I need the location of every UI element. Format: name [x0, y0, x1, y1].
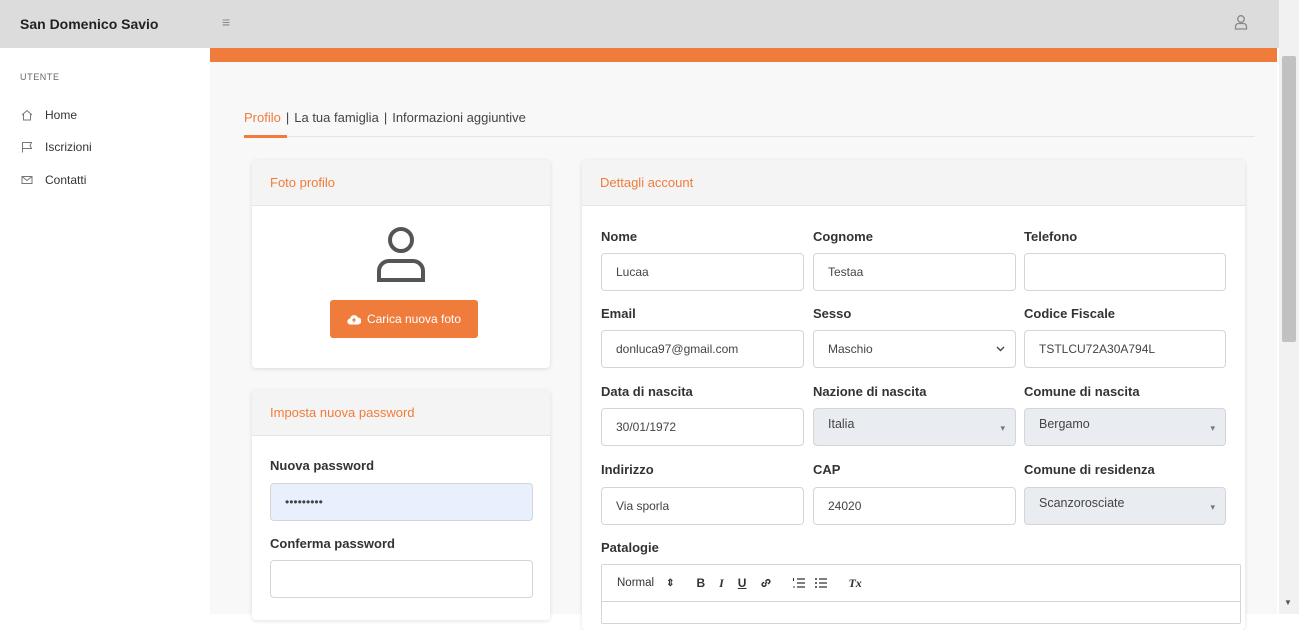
tab-famiglia[interactable]: La tua famiglia [294, 110, 379, 125]
password-card-title: Imposta nuova password [252, 390, 550, 436]
upload-photo-label: Carica nuova foto [366, 312, 462, 326]
sidebar: UTENTE Home Iscrizioni Contatti [0, 48, 210, 614]
caret-down-icon: ▾ [1210, 423, 1215, 433]
tab-informazioni[interactable]: Informazioni aggiuntive [392, 110, 526, 125]
nazione-nascita-value: Italia [828, 417, 855, 431]
sidebar-item-label: Contatti [45, 173, 87, 187]
patologie-editor[interactable]: Normal ⇕ B I U Tx [601, 564, 1241, 624]
active-tab-indicator [244, 135, 287, 138]
scrollbar-thumb[interactable] [1282, 56, 1296, 342]
underline-button[interactable]: U [738, 576, 747, 590]
sidebar-item-label: Home [45, 108, 78, 122]
tab-profilo[interactable]: Profilo [244, 110, 281, 125]
profile-photo-title: Foto profilo [252, 160, 550, 206]
email-field[interactable]: donluca97@gmail.com [601, 330, 804, 368]
sidebar-section-title: UTENTE [20, 72, 60, 82]
sidebar-item-label: Iscrizioni [45, 140, 92, 154]
sesso-value: Maschio [828, 342, 873, 356]
sidebar-item-contatti[interactable]: Contatti [20, 171, 86, 189]
email-label: Email [601, 306, 636, 321]
header-format-select[interactable]: Normal [617, 577, 654, 589]
format-select-arrows-icon: ⇕ [666, 577, 675, 589]
nazione-nascita-select[interactable]: Italia ▾ [813, 408, 1016, 446]
mail-icon [20, 173, 34, 187]
user-icon[interactable] [1234, 14, 1248, 30]
bold-button[interactable]: B [696, 576, 705, 590]
cap-field[interactable]: 24020 [813, 487, 1016, 525]
header-accent-strip [210, 48, 1277, 62]
sesso-select[interactable]: Maschio [813, 330, 1016, 368]
cognome-label: Cognome [813, 229, 873, 244]
link-icon[interactable] [760, 577, 772, 589]
comune-residenza-label: Comune di residenza [1024, 462, 1155, 477]
scroll-down-icon[interactable]: ▼ [1284, 598, 1292, 607]
profile-photo-card: Foto profilo Carica nuova foto [252, 160, 550, 368]
comune-nascita-select[interactable]: Bergamo ▾ [1024, 408, 1226, 446]
patologie-label: Patalogie [601, 540, 659, 555]
sidebar-item-iscrizioni[interactable]: Iscrizioni [20, 138, 92, 156]
brand-title[interactable]: San Domenico Savio [20, 16, 158, 32]
caret-down-icon: ▾ [1210, 502, 1215, 512]
top-bar: San Domenico Savio ≡ [0, 0, 1279, 48]
editor-toolbar: Normal ⇕ B I U Tx [602, 565, 1240, 602]
codice-fiscale-label: Codice Fiscale [1024, 306, 1116, 321]
caret-down-icon: ▾ [1000, 423, 1005, 433]
comune-residenza-value: Scanzorosciate [1039, 496, 1125, 510]
account-details-title: Dettagli account [582, 160, 1245, 206]
codice-fiscale-field[interactable]: TSTLCU72A30A794L [1024, 330, 1226, 368]
tab-separator: | [285, 110, 290, 125]
bullet-list-icon[interactable] [814, 577, 828, 589]
confirm-password-label: Conferma password [270, 536, 395, 551]
upload-photo-button[interactable]: Carica nuova foto [330, 300, 478, 338]
data-nascita-field[interactable]: 30/01/1972 [601, 408, 804, 446]
comune-residenza-select[interactable]: Scanzorosciate ▾ [1024, 487, 1226, 525]
nazione-nascita-label: Nazione di nascita [813, 384, 927, 399]
telefono-label: Telefono [1024, 229, 1078, 244]
flag-icon [20, 140, 34, 154]
data-nascita-label: Data di nascita [601, 384, 693, 399]
ordered-list-icon[interactable] [792, 577, 806, 589]
avatar-placeholder-icon [377, 227, 425, 282]
password-card: Imposta nuova password Nuova password ••… [252, 390, 550, 620]
cognome-field[interactable]: Testaa [813, 253, 1016, 291]
account-details-card: Dettagli account Nome Lucaa Cognome Test… [582, 160, 1245, 630]
tab-separator: | [383, 110, 388, 125]
nome-field[interactable]: Lucaa [601, 253, 804, 291]
italic-button[interactable]: I [719, 576, 724, 591]
telefono-field[interactable] [1024, 253, 1226, 291]
nome-label: Nome [601, 229, 638, 244]
chevron-down-icon [996, 346, 1005, 352]
cap-label: CAP [813, 462, 841, 477]
home-icon [20, 108, 34, 122]
cloud-upload-icon [347, 314, 361, 325]
indirizzo-label: Indirizzo [601, 462, 654, 477]
hamburger-menu-icon[interactable]: ≡ [222, 14, 230, 30]
clear-format-button[interactable]: Tx [848, 576, 861, 591]
comune-nascita-value: Bergamo [1039, 417, 1090, 431]
tabs-divider [244, 136, 1255, 137]
comune-nascita-label: Comune di nascita [1024, 384, 1140, 399]
indirizzo-field[interactable]: Via sporla [601, 487, 804, 525]
page-scrollbar[interactable]: ▼ [1279, 0, 1299, 614]
profile-tabs: Profilo | La tua famiglia | Informazioni… [244, 110, 526, 125]
new-password-label: Nuova password [270, 458, 375, 473]
new-password-field[interactable]: ••••••••• [270, 483, 533, 521]
sidebar-item-home[interactable]: Home [20, 106, 77, 124]
sesso-label: Sesso [813, 306, 852, 321]
confirm-password-field[interactable] [270, 560, 533, 598]
